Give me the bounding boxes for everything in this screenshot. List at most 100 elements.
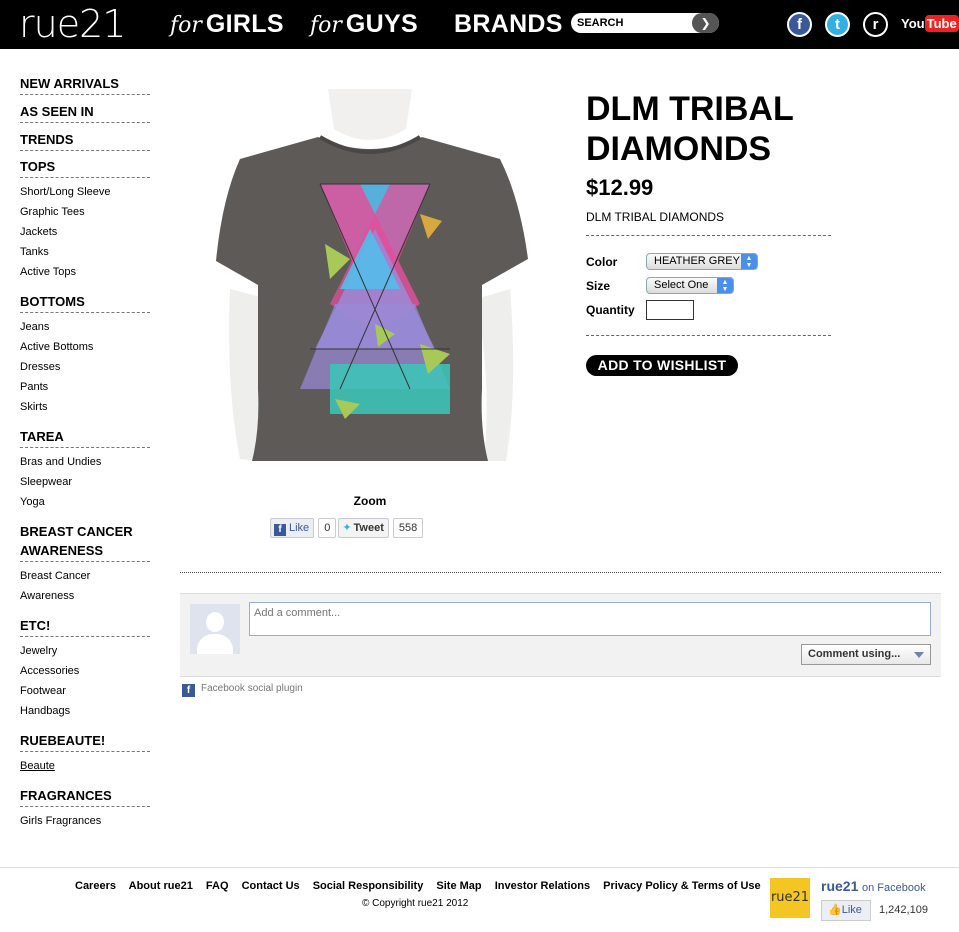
tshirt-on-mannequin-image (216, 89, 528, 461)
footer-link-site-map[interactable]: Site Map (436, 880, 481, 892)
youtube-icon[interactable]: You Tube (901, 14, 959, 34)
category-new-arrivals[interactable]: NEW ARRIVALS (20, 74, 150, 95)
category-ruebeaute[interactable]: RUEBEAUTE! (20, 731, 150, 752)
site-logo[interactable]: rue21 (19, 4, 126, 44)
category-fragrances[interactable]: FRAGRANCES (20, 786, 150, 807)
footer-link-investor-relations[interactable]: Investor Relations (495, 880, 590, 892)
divider (586, 335, 831, 336)
sidebar-item-tanks[interactable]: Tanks (20, 242, 150, 262)
sidebar-item-footwear[interactable]: Footwear (20, 681, 150, 701)
avatar-body (197, 634, 233, 654)
plugin-label: Facebook social plugin (201, 683, 303, 694)
bottoms-list: Jeans Active Bottoms Dresses Pants Skirt… (20, 317, 150, 417)
sidebar-item-skirts[interactable]: Skirts (20, 397, 150, 417)
facebook-page-like-button[interactable]: 👍Like (821, 900, 871, 921)
sidebar-item-beaute[interactable]: Beaute (20, 756, 150, 776)
sidebar-item-graphic-tees[interactable]: Graphic Tees (20, 202, 150, 222)
etc-list: Jewelry Accessories Footwear Handbags (20, 641, 150, 721)
sidebar-item-active-tops[interactable]: Active Tops (20, 262, 150, 282)
footer-link-faq[interactable]: FAQ (206, 880, 229, 892)
category-etc[interactable]: ETC! (20, 616, 150, 637)
product-photo[interactable] (210, 89, 530, 489)
avatar-head (206, 612, 224, 632)
comment-using-label: Comment using... (808, 648, 901, 660)
footer-link-careers[interactable]: Careers (75, 880, 116, 892)
footer-link-about[interactable]: About rue21 (129, 880, 193, 892)
facebook-f-icon: f (274, 524, 286, 536)
size-select-value: Select One (654, 279, 709, 291)
on-facebook-text: on Facebook (861, 882, 926, 894)
footer-link-contact[interactable]: Contact Us (242, 880, 300, 892)
sidebar-item-breast-cancer[interactable]: Breast Cancer (20, 566, 150, 586)
facebook-page-name: rue21 (821, 878, 859, 894)
sidebar-item-jewelry[interactable]: Jewelry (20, 641, 150, 661)
sidebar-item-active-bottoms[interactable]: Active Bottoms (20, 337, 150, 357)
footer-divider (0, 867, 959, 868)
avatar (190, 604, 240, 654)
search-box: ❯ (571, 13, 719, 33)
comment-using-dropdown[interactable]: Comment using... (801, 644, 931, 665)
facebook-social-plugin-link[interactable]: f Facebook social plugin (182, 682, 303, 697)
sidebar-item-accessories[interactable]: Accessories (20, 661, 150, 681)
ruebeaute-list: Beaute (20, 756, 150, 776)
sidebar-item-short-long-sleeve[interactable]: Short/Long Sleeve (20, 182, 150, 202)
share-buttons: f Like 0 ✦ Tweet 558 (270, 518, 424, 538)
color-select[interactable]: HEATHER GREY ▲ ▼ (646, 253, 758, 270)
comment-input[interactable] (249, 602, 931, 636)
tops-list: Short/Long Sleeve Graphic Tees Jackets T… (20, 182, 150, 282)
sidebar-item-bras-and-undies[interactable]: Bras and Undies (20, 452, 150, 472)
sidebar-item-jeans[interactable]: Jeans (20, 317, 150, 337)
category-as-seen-in[interactable]: AS SEEN IN (20, 102, 150, 123)
copyright: © Copyright rue21 2012 (362, 898, 469, 909)
category-tops[interactable]: TOPS (20, 157, 150, 178)
search-input[interactable] (577, 15, 695, 31)
select-arrows-icon: ▲ ▼ (717, 278, 733, 293)
nav-brands-label: BRANDS (454, 10, 563, 38)
select-arrows-icon: ▲ ▼ (741, 254, 757, 269)
footer-link-privacy-terms[interactable]: Privacy Policy & Terms of Use (603, 880, 761, 892)
like-count: 0 (318, 518, 337, 538)
top-navigation-bar: rue21 forGIRLS forGUYS BRANDS ❯ f t r Yo… (0, 0, 959, 49)
facebook-icon[interactable]: f (787, 12, 812, 37)
rue21-facebook-logo[interactable]: rue21 (770, 878, 810, 918)
sidebar-item-handbags[interactable]: Handbags (20, 701, 150, 721)
tweet-button[interactable]: ✦ Tweet (338, 518, 389, 538)
nav-brands[interactable]: BRANDS (454, 8, 563, 40)
sidebar-item-sleepwear[interactable]: Sleepwear (20, 472, 150, 492)
category-breast-cancer-awareness[interactable]: BREAST CANCER AWARENESS (20, 522, 150, 562)
product-title: DLM TRIBAL DIAMONDS (586, 90, 794, 168)
size-select[interactable]: Select One ▲ ▼ (646, 277, 734, 294)
product-subtitle: DLM TRIBAL DIAMONDS (586, 210, 725, 224)
facebook-page-title[interactable]: rue21 on Facebook (821, 878, 926, 894)
size-label: Size (586, 279, 611, 293)
tarea-list: Bras and Undies Sleepwear Yoga (20, 452, 150, 512)
nav-for-guys[interactable]: for GUYS (310, 8, 418, 40)
sidebar-item-pants[interactable]: Pants (20, 377, 150, 397)
facebook-icon: f (182, 684, 195, 697)
tweet-label: Tweet (353, 522, 384, 534)
sidebar-item-dresses[interactable]: Dresses (20, 357, 150, 377)
sidebar-item-yoga[interactable]: Yoga (20, 492, 150, 512)
fragrances-list: Girls Fragrances (20, 811, 150, 831)
category-bottoms[interactable]: BOTTOMS (20, 292, 150, 313)
add-to-wishlist-button[interactable]: ADD TO WISHLIST (586, 355, 738, 376)
sidebar-item-awareness[interactable]: Awareness (20, 586, 150, 606)
color-select-value: HEATHER GREY (654, 255, 740, 267)
quantity-input[interactable] (646, 300, 694, 320)
facebook-like-count: 1,242,109 (879, 904, 928, 916)
category-trends[interactable]: TRENDS (20, 130, 150, 151)
search-go-button[interactable]: ❯ (692, 13, 719, 33)
like-label: Like (289, 522, 310, 534)
nav-for-girls[interactable]: for GIRLS (170, 8, 284, 40)
divider (586, 235, 831, 236)
sidebar-item-girls-fragrances[interactable]: Girls Fragrances (20, 811, 150, 831)
sidebar-item-jackets[interactable]: Jackets (20, 222, 150, 242)
rue21-social-icon[interactable]: r (863, 12, 888, 37)
facebook-comments-box: Comment using... (180, 593, 941, 677)
category-tarea[interactable]: TAREA (20, 427, 150, 448)
footer-link-social-responsibility[interactable]: Social Responsibility (313, 880, 424, 892)
facebook-like-button[interactable]: f Like (270, 518, 315, 538)
zoom-link[interactable]: Zoom (330, 494, 410, 508)
product-price: $12.99 (586, 175, 654, 200)
twitter-icon[interactable]: t (825, 12, 850, 37)
